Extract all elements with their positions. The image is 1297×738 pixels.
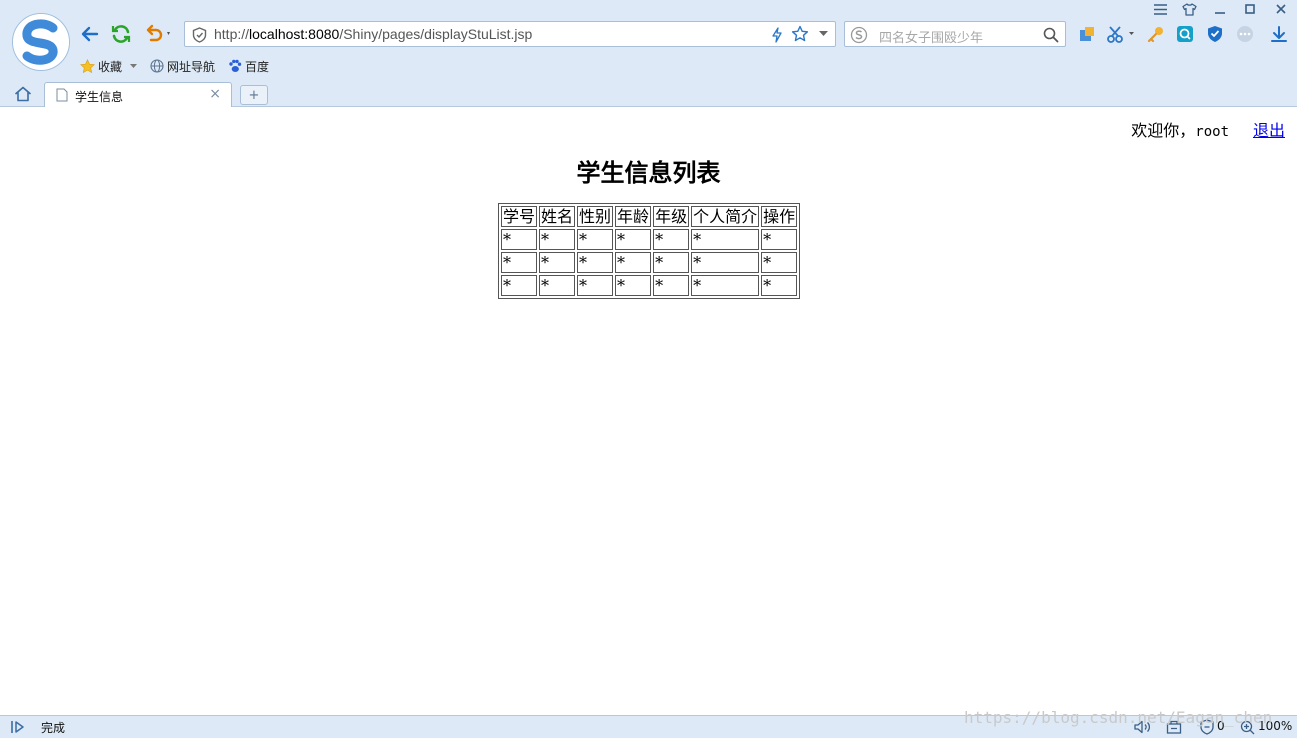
welcome-text: 欢迎你，root [1131, 121, 1229, 140]
refresh-button[interactable] [109, 22, 133, 46]
plus-icon: + [248, 87, 260, 103]
bookmark-label: 百度 [245, 59, 270, 74]
tab-student-info[interactable]: 学生信息 × [44, 82, 232, 107]
undo-icon [146, 24, 170, 42]
student-table: 学号 姓名 性别 年龄 年级 个人简介 操作 * * * * * * * * * [498, 203, 801, 299]
shield-icon [192, 27, 207, 43]
page-content: 欢迎你，root 退出 学生信息列表 学号 姓名 性别 年龄 年级 个人简介 操… [0, 107, 1297, 715]
new-tab-button[interactable]: + [240, 85, 268, 105]
tab-label: 学生信息 [75, 90, 124, 104]
undo-close-button[interactable] [141, 22, 175, 46]
table-cell: * [501, 252, 538, 273]
bookmark-baidu[interactable]: 百度 [228, 57, 269, 75]
table-cell: * [577, 229, 614, 250]
table-cell: * [653, 275, 690, 296]
sidebar-toggle-icon[interactable] [10, 720, 26, 734]
bookmark-favorites[interactable]: 收藏 [80, 57, 138, 75]
more-menu-icon[interactable] [1235, 24, 1255, 44]
column-header: 年级 [653, 206, 690, 227]
table-row: * * * * * * * [501, 252, 798, 273]
table-cell: * [577, 252, 614, 273]
logout-link[interactable]: 退出 [1253, 117, 1285, 141]
refresh-icon [111, 25, 131, 43]
main-menu-icon[interactable] [1150, 1, 1170, 17]
table-row: * * * * * * * [501, 275, 798, 296]
back-arrow-icon [81, 26, 99, 42]
screenshot-scissors-icon[interactable] [1106, 24, 1138, 44]
username: root [1195, 124, 1229, 140]
download-icon[interactable] [1269, 24, 1289, 44]
extension-icon[interactable] [1077, 24, 1097, 44]
search-icon[interactable] [1043, 27, 1059, 43]
table-cell: * [539, 252, 576, 273]
column-header: 性别 [577, 206, 614, 227]
table-cell: * [615, 275, 652, 296]
table-cell: * [691, 229, 760, 250]
address-bar[interactable]: http://localhost:8080/Shiny/pages/displa… [184, 21, 836, 47]
chevron-down-icon[interactable] [819, 31, 828, 37]
watermark-text: https://blog.csdn.net/Eagan_chen [964, 708, 1273, 727]
close-window-icon[interactable] [1271, 1, 1291, 17]
table-cell: * [653, 229, 690, 250]
back-button[interactable] [78, 22, 102, 46]
table-cell: * [653, 252, 690, 273]
bookmark-web-navigation[interactable]: 网址导航 [150, 57, 215, 75]
page-title: 学生信息列表 [576, 158, 721, 187]
skin-shirt-icon[interactable] [1179, 1, 1199, 17]
column-header: 年龄 [615, 206, 652, 227]
page-icon [56, 88, 68, 102]
table-cell: * [539, 275, 576, 296]
security-scan-icon[interactable] [1175, 24, 1195, 44]
table-cell: * [577, 275, 614, 296]
key-icon[interactable] [1146, 24, 1166, 44]
bookmark-label: 收藏 [98, 59, 123, 74]
table-cell: * [691, 275, 760, 296]
status-text: 完成 [41, 721, 66, 735]
column-header: 个人简介 [691, 206, 760, 227]
table-cell: * [615, 229, 652, 250]
home-button[interactable] [14, 86, 32, 106]
table-cell: * [761, 275, 798, 296]
table-cell: * [615, 252, 652, 273]
table-cell: * [501, 229, 538, 250]
search-placeholder: 四名女子围殴少年 [879, 31, 984, 46]
star-icon [80, 58, 95, 73]
home-icon [14, 86, 32, 102]
maximize-icon[interactable] [1240, 1, 1260, 17]
chevron-down-icon [130, 63, 138, 68]
url-text: http://localhost:8080/Shiny/pages/displa… [214, 26, 533, 42]
table-cell: * [761, 252, 798, 273]
baidu-paw-icon [229, 59, 242, 72]
adblock-shield-icon[interactable] [1205, 24, 1225, 44]
globe-icon [150, 59, 164, 73]
column-header: 操作 [761, 206, 798, 227]
table-row: * * * * * * * [501, 229, 798, 250]
table-cell: * [691, 252, 760, 273]
column-header: 学号 [501, 206, 538, 227]
table-cell: * [761, 229, 798, 250]
sogou-browser-logo-icon[interactable] [12, 13, 70, 71]
close-tab-icon[interactable]: × [209, 86, 221, 102]
browser-chrome: http://localhost:8080/Shiny/pages/displa… [0, 0, 1297, 107]
tab-strip: 学生信息 × + [0, 80, 1297, 107]
table-cell: * [501, 275, 538, 296]
search-box[interactable]: 四名女子围殴少年 [844, 21, 1066, 47]
sogou-search-engine-icon[interactable] [850, 26, 868, 44]
table-cell: * [539, 229, 576, 250]
bookmark-label: 网址导航 [167, 59, 216, 74]
column-header: 姓名 [539, 206, 576, 227]
table-header-row: 学号 姓名 性别 年龄 年级 个人简介 操作 [501, 206, 798, 227]
lightning-icon[interactable] [771, 27, 783, 43]
star-bookmark-icon[interactable] [791, 25, 809, 43]
minimize-icon[interactable] [1210, 1, 1230, 17]
